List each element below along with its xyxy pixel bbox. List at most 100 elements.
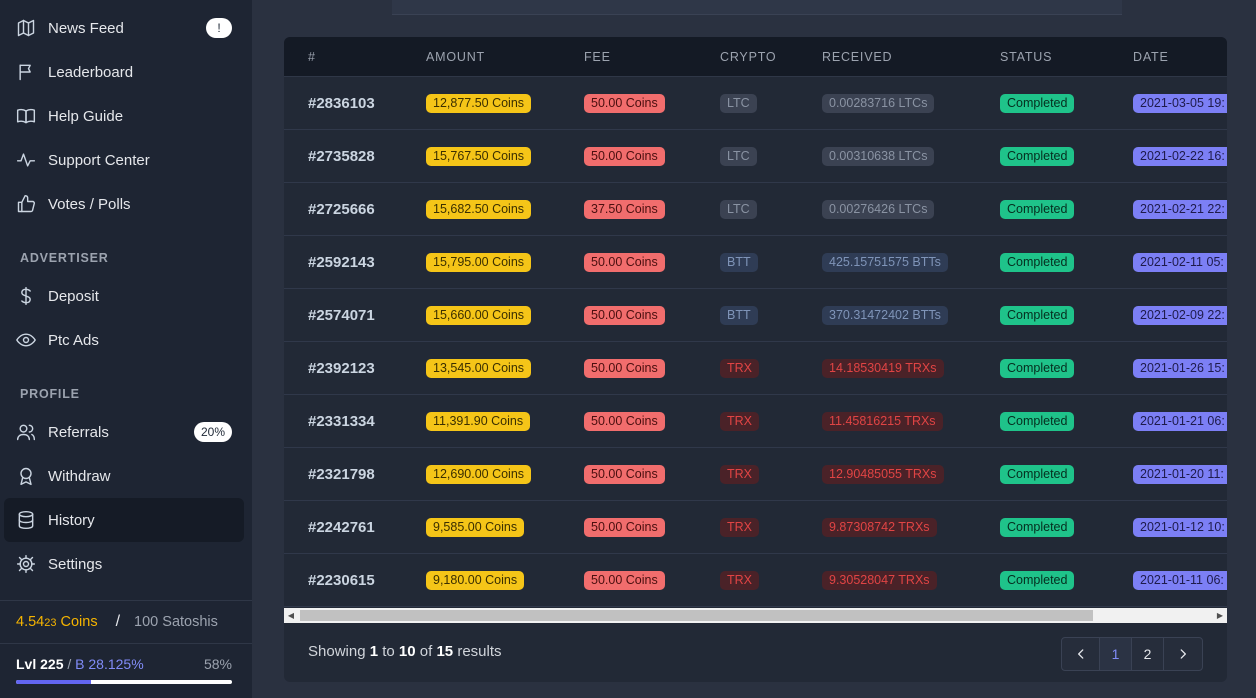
date-badge: 2021-02-21 22: [1133,200,1227,219]
scroll-left-icon[interactable]: ◀ [284,608,298,623]
satoshi-balance: 100 Satoshis [134,614,218,630]
sidebar-item-ptc-ads[interactable]: Ptc Ads [4,318,244,362]
crypto-badge: TRX [720,465,759,484]
table-row: #2574071 15,660.00 Coins 50.00 Coins BTT 370… [284,289,1227,342]
table-row: #2592143 15,795.00 Coins 50.00 Coins BTT 425… [284,236,1227,289]
level-info: Lvl 225 / B 28.125% 58% [16,656,232,672]
date-badge: 2021-01-12 10: [1133,518,1227,537]
status-badge: Completed [1000,518,1075,537]
horizontal-scrollbar[interactable]: ◀ ▶ [284,608,1227,623]
balance-separator: / [115,613,121,630]
sidebar-item-referrals[interactable]: Referrals 20% [4,410,244,454]
received-badge: 425.15751575 BTTs [822,253,948,272]
sidebar-item-label: Settings [48,555,103,573]
page-1-button[interactable]: 1 [1100,638,1132,670]
received-badge: 0.00310638 LTCs [822,147,935,166]
column-header-status: STATUS [1000,50,1053,64]
amount-badge: 15,767.50 Coins [426,147,532,166]
amount-badge: 9,585.00 Coins [426,518,525,537]
sidebar-item-help-guide[interactable]: Help Guide [4,94,244,138]
table-row: #2331334 11,391.90 Coins 50.00 Coins TRX 11.… [284,395,1227,448]
level-bonus: B 28.125% [75,656,144,672]
crypto-badge: TRX [720,359,759,378]
status-badge: Completed [1000,147,1075,166]
level-percent: 58% [203,656,232,672]
users-icon [16,422,36,442]
transaction-id: #2836103 [308,95,375,112]
database-icon [16,510,36,530]
crypto-badge: BTT [720,253,758,272]
sidebar-item-leaderboard[interactable]: Leaderboard [4,50,244,94]
chevron-right-icon [1180,649,1186,659]
sidebar-badge: 20% [193,422,232,442]
transaction-id: #2574071 [308,307,375,324]
scroll-thumb[interactable] [300,610,1093,621]
date-badge: 2021-02-11 05: [1133,253,1227,272]
sidebar-item-support-center[interactable]: Support Center [4,138,244,182]
next-page-button[interactable] [1164,638,1202,670]
activity-icon [16,150,36,170]
transaction-id: #2331334 [308,413,375,430]
crypto-badge: LTC [720,200,757,219]
flag-icon [16,62,36,82]
column-header-id: # [308,50,316,64]
received-badge: 11.45816215 TRXs [822,412,943,431]
sidebar-item-votes-polls[interactable]: Votes / Polls [4,182,244,226]
award-icon [16,466,36,486]
page-2-button[interactable]: 2 [1132,638,1164,670]
scroll-right-icon[interactable]: ▶ [1213,608,1227,623]
column-header-received: RECEIVED [822,50,893,64]
table-row: #2735828 15,767.50 Coins 50.00 Coins LTC 0.0… [284,130,1227,183]
pagination: 1 2 [1061,637,1203,671]
table-row: #2392123 13,545.00 Coins 50.00 Coins TRX 14.… [284,342,1227,395]
received-badge: 9.87308742 TRXs [822,518,937,537]
date-badge: 2021-01-20 11: [1133,465,1227,484]
sidebar-item-label: Referrals [48,423,109,441]
date-badge: 2021-01-26 15: [1133,359,1227,378]
eye-icon [16,330,36,350]
book-icon [16,106,36,126]
status-badge: Completed [1000,359,1075,378]
transaction-id: #2321798 [308,466,375,483]
sidebar-item-news-feed[interactable]: News Feed! [4,6,244,50]
fee-badge: 50.00 Coins [584,94,665,113]
sidebar-item-settings[interactable]: Settings [4,542,244,586]
fee-badge: 50.00 Coins [584,465,665,484]
amount-badge: 15,795.00 Coins [426,253,532,272]
amount-badge: 15,682.50 Coins [426,200,532,219]
fee-badge: 37.50 Coins [584,200,665,219]
sidebar-item-label: News Feed [48,19,124,37]
sidebar-item-deposit[interactable]: Deposit [4,274,244,318]
sidebar-item-label: Support Center [48,151,150,169]
amount-badge: 12,877.50 Coins [426,94,532,113]
sidebar-item-withdraw[interactable]: Withdraw [4,454,244,498]
date-badge: 2021-01-11 06: [1133,571,1227,590]
top-panel-edge [392,0,1122,15]
crypto-badge: LTC [720,94,757,113]
received-badge: 12.90485055 TRXs [822,465,944,484]
section-title-profile: PROFILE [20,387,80,401]
column-header-fee: FEE [584,50,611,64]
transaction-id: #2392123 [308,360,375,377]
level-label: Lvl 225 [16,656,64,672]
amount-badge: 15,660.00 Coins [426,306,532,325]
chevron-left-icon [1077,649,1083,659]
level-separator: / [63,656,76,672]
sidebar-item-history[interactable]: History [4,498,244,542]
results-summary: Showing 1 to 10 of 15 results [308,643,502,660]
level-progress-fill [16,680,92,684]
amount-badge: 13,545.00 Coins [426,359,532,378]
column-header-date: DATE [1133,50,1169,64]
sidebar-item-label: Withdraw [48,467,111,485]
date-badge: 2021-01-21 06: [1133,412,1227,431]
status-badge: Completed [1000,571,1075,590]
fee-badge: 50.00 Coins [584,147,665,166]
table-row: #2230615 9,180.00 Coins 50.00 Coins TRX 9.30… [284,554,1227,607]
date-badge: 2021-02-22 16: [1133,147,1227,166]
thumbs-up-icon [16,194,36,214]
crypto-badge: LTC [720,147,757,166]
fee-badge: 50.00 Coins [584,412,665,431]
table-row: #2836103 12,877.50 Coins 50.00 Coins LTC 0.0… [284,77,1227,130]
received-badge: 9.30528047 TRXs [822,571,937,590]
prev-page-button[interactable] [1062,638,1100,670]
